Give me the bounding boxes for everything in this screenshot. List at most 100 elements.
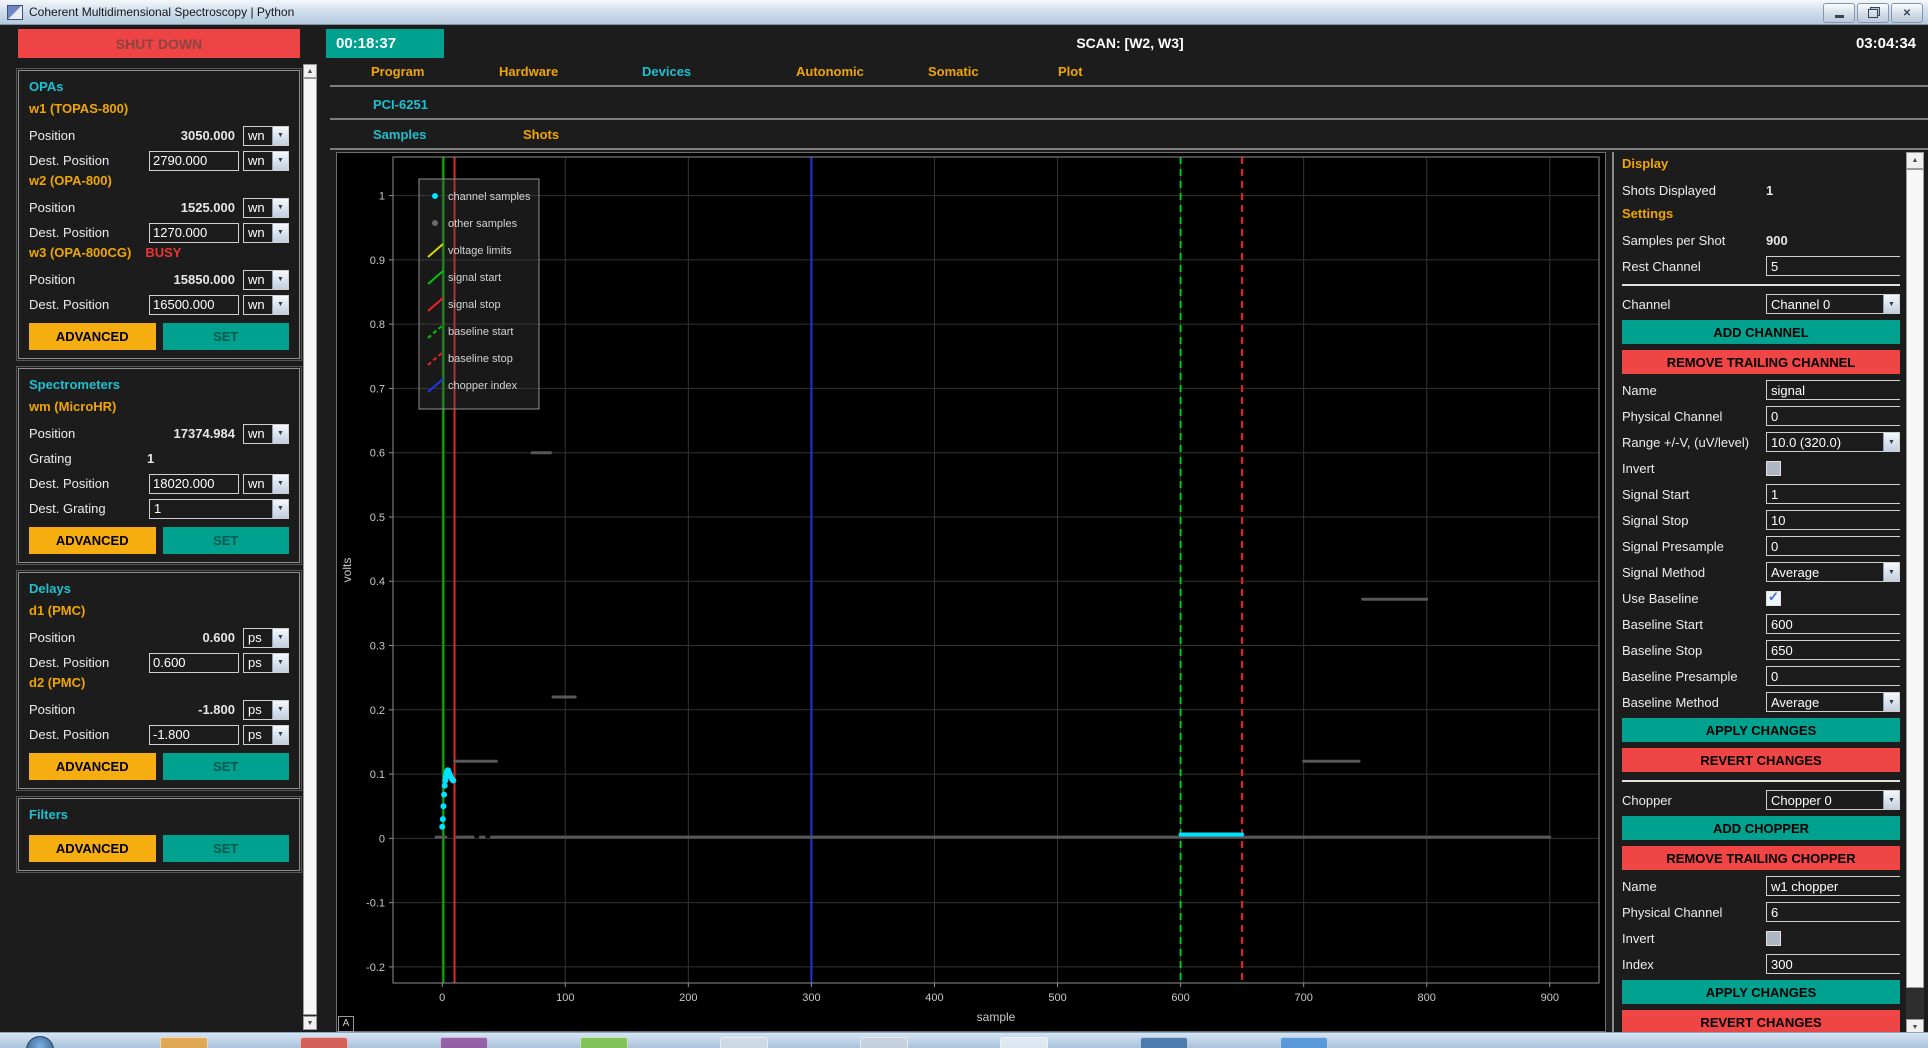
- remove-trailing-channel-button[interactable]: REMOVE TRAILING CHANNEL: [1622, 350, 1900, 374]
- w1-position-unit-select[interactable]: wn▼: [243, 126, 289, 146]
- device-name[interactable]: PCI-6251: [373, 97, 428, 112]
- w2-dest-input[interactable]: [149, 223, 239, 243]
- svg-text:0.8: 0.8: [370, 319, 385, 331]
- apply-changes-button[interactable]: APPLY CHANGES: [1622, 718, 1900, 742]
- w1-dest-unit-select[interactable]: wn▼: [243, 151, 289, 171]
- w2-dest-unit-select[interactable]: wn▼: [243, 223, 289, 243]
- svg-text:baseline start: baseline start: [448, 326, 513, 338]
- taskbar-app-icon[interactable]: [580, 1037, 628, 1048]
- tab-devices[interactable]: Devices: [642, 64, 691, 79]
- svg-text:0.9: 0.9: [370, 255, 385, 267]
- baseline-method-select[interactable]: Average▼: [1766, 692, 1900, 712]
- plot-canvas[interactable]: 10.90.80.70.60.50.40.30.20.10-0.1-0.2010…: [337, 153, 1605, 1031]
- w3-dest-label: Dest. Position: [29, 297, 149, 312]
- baseline-stop-input[interactable]: [1766, 640, 1900, 660]
- restore-button[interactable]: [1857, 3, 1889, 23]
- wm-dest-input[interactable]: [149, 474, 239, 494]
- autoscale-button[interactable]: A: [338, 1016, 354, 1032]
- tab-samples[interactable]: Samples: [373, 127, 426, 142]
- taskbar-app-icon[interactable]: [1000, 1037, 1048, 1048]
- d2-position-unit-select[interactable]: ps▼: [243, 700, 289, 720]
- channel-name-input[interactable]: [1766, 380, 1900, 400]
- wm-dest-grating-select[interactable]: 1▼: [149, 499, 289, 519]
- w3-dest-input[interactable]: [149, 295, 239, 315]
- w1-dest-input[interactable]: [149, 151, 239, 171]
- signal-stop-label: Signal Stop: [1622, 513, 1766, 528]
- use-baseline-checkbox[interactable]: [1766, 591, 1781, 606]
- taskbar-app-icon[interactable]: [720, 1037, 768, 1048]
- signal-stop-input[interactable]: [1766, 510, 1900, 530]
- spectrometers-set-button[interactable]: SET: [163, 527, 290, 554]
- scroll-up-icon[interactable]: ▲: [1906, 152, 1924, 169]
- taskbar-app-icon[interactable]: [440, 1037, 488, 1048]
- chopper-invert-checkbox[interactable]: [1766, 931, 1781, 946]
- filters-advanced-button[interactable]: ADVANCED: [29, 835, 156, 862]
- tab-program[interactable]: Program: [371, 64, 424, 79]
- taskbar-app-icon[interactable]: [860, 1037, 908, 1048]
- delays-advanced-button[interactable]: ADVANCED: [29, 753, 156, 780]
- invert-checkbox[interactable]: [1766, 461, 1781, 476]
- chopper-select[interactable]: Chopper 0▼: [1766, 790, 1900, 810]
- w3-position-unit-select[interactable]: wn▼: [243, 270, 289, 290]
- chopper-name-input[interactable]: [1766, 876, 1900, 896]
- settings-scrollbar[interactable]: ▲ ▼: [1906, 152, 1924, 1036]
- svg-text:100: 100: [556, 992, 574, 1004]
- revert-changes-button[interactable]: REVERT CHANGES: [1622, 748, 1900, 772]
- settings-scrollbar-thumb[interactable]: [1906, 169, 1924, 988]
- shutdown-button[interactable]: SHUT DOWN: [18, 29, 300, 58]
- taskbar-app-icon[interactable]: [160, 1037, 208, 1048]
- tab-hardware[interactable]: Hardware: [499, 64, 558, 79]
- add-channel-button[interactable]: ADD CHANNEL: [1622, 320, 1900, 344]
- tab-plot[interactable]: Plot: [1058, 64, 1083, 79]
- signal-presample-input[interactable]: [1766, 536, 1900, 556]
- chevron-down-icon: ▼: [272, 271, 288, 289]
- add-chopper-button[interactable]: ADD CHOPPER: [1622, 816, 1900, 840]
- rest-channel-input[interactable]: [1766, 256, 1900, 276]
- spectrometers-advanced-button[interactable]: ADVANCED: [29, 527, 156, 554]
- d2-dest-unit-select[interactable]: ps▼: [243, 725, 289, 745]
- range-select[interactable]: 10.0 (320.0)▼: [1766, 432, 1900, 452]
- w2-position-unit-select[interactable]: wn▼: [243, 198, 289, 218]
- d2-position-value: -1.800: [143, 702, 239, 717]
- opas-advanced-button[interactable]: ADVANCED: [29, 323, 156, 350]
- baseline-start-input[interactable]: [1766, 614, 1900, 634]
- sidebar-scrollbar-thumb[interactable]: [303, 78, 317, 1015]
- svg-text:-0.2: -0.2: [366, 962, 385, 974]
- sidebar-scrollbar[interactable]: ▲ ▼: [303, 64, 317, 1030]
- baseline-presample-input[interactable]: [1766, 666, 1900, 686]
- d2-dest-input[interactable]: [149, 725, 239, 745]
- filters-set-button[interactable]: SET: [163, 835, 290, 862]
- opas-set-button[interactable]: SET: [163, 323, 290, 350]
- tab-autonomic[interactable]: Autonomic: [796, 64, 864, 79]
- start-button-icon[interactable]: [26, 1036, 54, 1048]
- wm-position-unit-select[interactable]: wn▼: [243, 424, 289, 444]
- d1-dest-unit-select[interactable]: ps▼: [243, 653, 289, 673]
- scroll-up-icon[interactable]: ▲: [303, 64, 317, 78]
- signal-start-input[interactable]: [1766, 484, 1900, 504]
- chopper-revert-changes-button[interactable]: REVERT CHANGES: [1622, 1010, 1900, 1033]
- wm-dest-unit-select[interactable]: wn▼: [243, 474, 289, 494]
- taskbar-app-icon[interactable]: [1140, 1037, 1188, 1048]
- scroll-down-icon[interactable]: ▼: [303, 1016, 317, 1030]
- physical-channel-input[interactable]: [1766, 406, 1900, 426]
- minimize-button[interactable]: [1823, 3, 1855, 23]
- close-button[interactable]: ✕: [1891, 3, 1923, 23]
- w1-position-value: 3050.000: [143, 128, 239, 143]
- delays-set-button[interactable]: SET: [163, 753, 290, 780]
- index-input[interactable]: [1766, 954, 1900, 974]
- channel-select[interactable]: Channel 0▼: [1766, 294, 1900, 314]
- taskbar-app-icon[interactable]: [300, 1037, 348, 1048]
- w3-dest-unit-select[interactable]: wn▼: [243, 295, 289, 315]
- chopper-physical-channel-input[interactable]: [1766, 902, 1900, 922]
- windows-taskbar[interactable]: [0, 1032, 1928, 1048]
- signal-method-select[interactable]: Average▼: [1766, 562, 1900, 582]
- d1-position-unit-select[interactable]: ps▼: [243, 628, 289, 648]
- tab-somatic[interactable]: Somatic: [928, 64, 979, 79]
- remove-trailing-chopper-button[interactable]: REMOVE TRAILING CHOPPER: [1622, 846, 1900, 870]
- chopper-apply-changes-button[interactable]: APPLY CHANGES: [1622, 980, 1900, 1004]
- d1-dest-input[interactable]: [149, 653, 239, 673]
- channel-settings-panel: Display Shots Displayed1 Settings Sample…: [1622, 156, 1900, 1033]
- taskbar-app-icon[interactable]: [1280, 1037, 1328, 1048]
- plot-widget: 10.90.80.70.60.50.40.30.20.10-0.1-0.2010…: [336, 152, 1606, 1032]
- tab-shots[interactable]: Shots: [523, 127, 559, 142]
